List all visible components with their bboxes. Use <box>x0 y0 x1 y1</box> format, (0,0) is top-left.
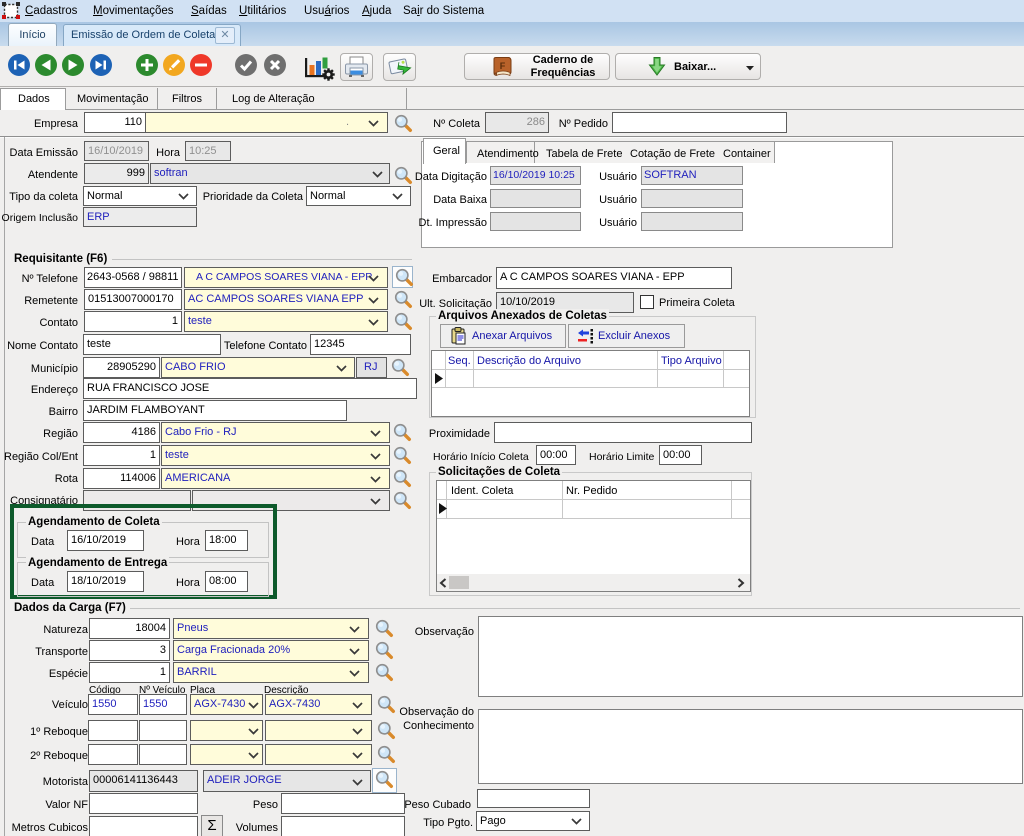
svg-text:F: F <box>500 61 506 71</box>
